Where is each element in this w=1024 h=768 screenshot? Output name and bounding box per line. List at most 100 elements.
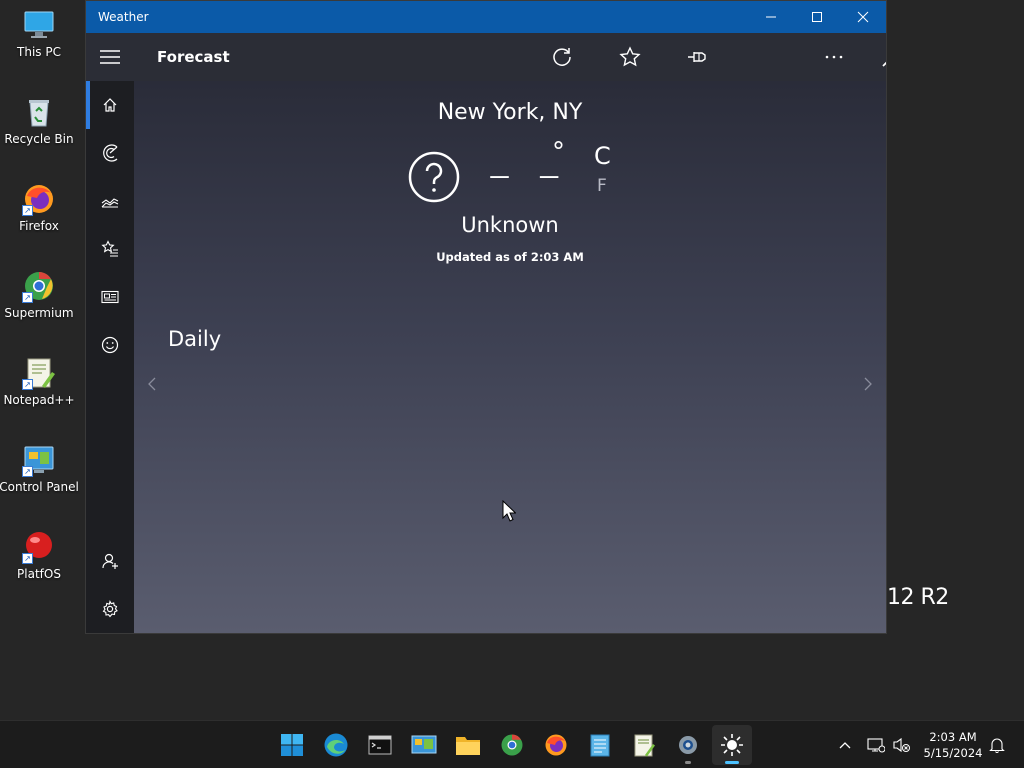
desktop-icon-label: Firefox (19, 219, 59, 233)
home-icon (103, 98, 117, 112)
desktop-icon-control-panel[interactable]: ↗ Control Panel (0, 443, 79, 494)
desktop-icon-recycle-bin[interactable]: Recycle Bin (0, 95, 78, 146)
desktop-icon-firefox[interactable]: ↗ Firefox (0, 182, 78, 233)
updated-timestamp: Updated as of 2:03 AM (436, 250, 584, 264)
search-button[interactable] (868, 33, 886, 81)
nav-item-account[interactable] (86, 537, 134, 585)
more-icon (825, 55, 843, 59)
desktop-icon-label: Control Panel (0, 480, 79, 494)
clock-time: 2:03 AM (929, 730, 977, 744)
degree-symbol: ° (552, 137, 565, 167)
notepad-plus-plus-icon: ↗ (22, 356, 56, 390)
close-icon (857, 11, 869, 23)
more-options-button[interactable] (800, 33, 868, 81)
taskbar-supermium[interactable] (492, 725, 532, 765)
scroll-left-button[interactable] (148, 377, 156, 391)
taskbar-terminal[interactable] (360, 725, 400, 765)
desktop-icon-label: Notepad++ (3, 393, 75, 407)
taskbar-settings[interactable] (668, 725, 708, 765)
firefox-icon: ↗ (22, 182, 56, 216)
chevron-left-icon (148, 377, 156, 391)
refresh-button[interactable] (528, 33, 596, 81)
terminal-icon (368, 735, 392, 755)
nav-item-life[interactable] (86, 321, 134, 369)
desktop-icon-this-pc[interactable]: This PC (0, 8, 78, 59)
volume-button[interactable] (890, 721, 914, 768)
unknown-weather-icon (408, 151, 460, 203)
chevron-up-icon (839, 742, 851, 749)
taskbar-firefox[interactable] (536, 725, 576, 765)
navigation-rail (86, 81, 134, 633)
weather-window: Weather Forecast New York, NY – – ° C F … (86, 1, 886, 633)
notepad-plus-plus-icon (634, 734, 655, 757)
desktop-icon-supermium[interactable]: ↗ Supermium (0, 269, 78, 320)
desktop-icon-platfos[interactable]: ↗ PlatfOS (0, 530, 78, 581)
clock-date: 5/15/2024 (923, 746, 983, 760)
mouse-cursor-icon (502, 500, 516, 522)
desktop-icon-label: This PC (17, 45, 61, 59)
taskbar-file-explorer[interactable] (448, 725, 488, 765)
desktop-icon-label: Recycle Bin (4, 132, 74, 146)
taskbar-weather[interactable] (712, 725, 752, 765)
minimize-button[interactable] (748, 1, 794, 33)
nav-item-home[interactable] (86, 81, 134, 129)
settings-icon (679, 736, 697, 754)
recycle-bin-icon (22, 95, 56, 129)
taskbar: 2:03 AM 5/15/2024 (0, 720, 1024, 768)
maximize-icon (812, 12, 822, 22)
hamburger-menu-button[interactable] (86, 33, 134, 81)
location-name[interactable]: New York, NY (134, 100, 886, 125)
search-icon (882, 61, 886, 67)
taskbar-start-button[interactable] (272, 725, 312, 765)
desktop-icon-label: Supermium (4, 306, 74, 320)
daily-section-title: Daily (168, 327, 222, 351)
nav-item-favorites[interactable] (86, 225, 134, 273)
notification-bell-icon (989, 738, 1005, 753)
unit-celsius-toggle[interactable]: C (594, 142, 611, 170)
network-status-button[interactable] (864, 721, 888, 768)
nav-item-maps[interactable] (86, 129, 134, 177)
taskbar-control-panel[interactable] (404, 725, 444, 765)
pin-icon (688, 52, 706, 62)
notification-center-button[interactable] (986, 721, 1008, 768)
settings-gear-icon (102, 600, 118, 618)
start-icon (281, 734, 303, 756)
close-button[interactable] (840, 1, 886, 33)
firefox-icon (545, 734, 567, 756)
desktop-icon-notepad-plus-plus[interactable]: ↗ Notepad++ (0, 356, 78, 407)
favorite-button[interactable] (596, 33, 664, 81)
news-icon (101, 290, 119, 304)
hamburger-icon (100, 50, 120, 64)
os-version-watermark: 12 R2 (887, 585, 949, 610)
chevron-right-icon (864, 377, 872, 391)
favorite-star-icon (619, 46, 641, 67)
unit-fahrenheit-toggle[interactable]: F (597, 176, 607, 196)
supermium-icon: ↗ (22, 269, 56, 303)
volume-muted-icon (893, 737, 910, 753)
taskbar-notepad-plus-plus[interactable] (624, 725, 664, 765)
pin-button[interactable] (664, 33, 732, 81)
window-titlebar[interactable]: Weather (86, 1, 886, 33)
show-hidden-icons-button[interactable] (834, 721, 856, 768)
add-account-icon (102, 553, 118, 569)
dark-mode-button[interactable] (732, 33, 800, 81)
scroll-right-button[interactable] (864, 377, 872, 391)
taskbar-notepad[interactable] (580, 725, 620, 765)
maximize-button[interactable] (794, 1, 840, 33)
nav-item-settings[interactable] (86, 585, 134, 633)
monitor-icon (22, 8, 56, 42)
nav-item-news[interactable] (86, 273, 134, 321)
file-explorer-icon (456, 737, 480, 755)
control-panel-icon: ↗ (22, 443, 56, 477)
network-icon (867, 738, 885, 753)
dark-mode-moon-icon (763, 48, 772, 66)
control-panel-icon (411, 735, 437, 754)
desktop-icon-label: PlatfOS (17, 567, 61, 581)
edge-icon (324, 733, 348, 757)
weather-icon (721, 734, 743, 756)
life-emoji-icon (101, 336, 119, 354)
nav-item-historical-weather[interactable] (86, 177, 134, 225)
notepad-icon (590, 734, 610, 757)
system-clock[interactable]: 2:03 AM 5/15/2024 (914, 729, 992, 761)
taskbar-edge[interactable] (316, 725, 356, 765)
